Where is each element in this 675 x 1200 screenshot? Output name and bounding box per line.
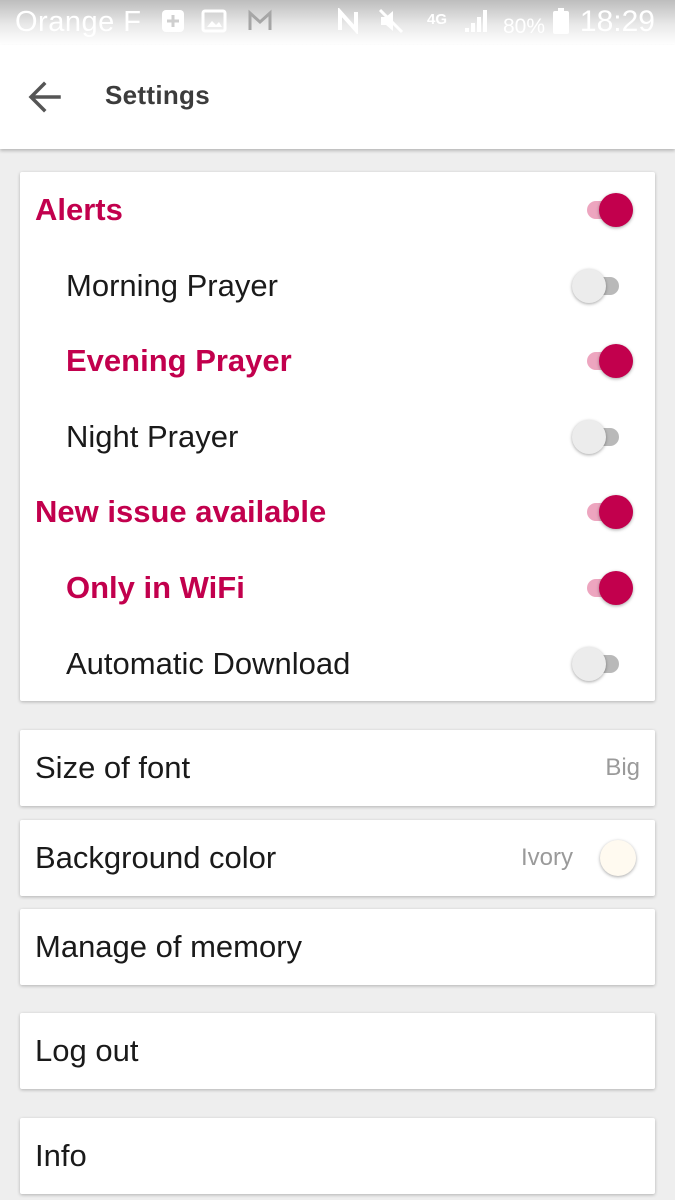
nfc-icon bbox=[338, 8, 358, 34]
info-label: Info bbox=[35, 1138, 87, 1173]
switch-thumb bbox=[599, 344, 633, 379]
add-box-icon bbox=[162, 10, 184, 32]
switch-thumb bbox=[599, 495, 633, 530]
toggle-switch-morning-prayer[interactable] bbox=[572, 268, 633, 303]
setting-row-night-prayer[interactable]: Night Prayer bbox=[20, 399, 655, 474]
setting-label-only-in-wifi: Only in WiFi bbox=[66, 570, 245, 605]
setting-row-new-issue-available[interactable]: New issue available bbox=[20, 474, 655, 549]
switch-thumb bbox=[572, 268, 606, 303]
battery-percent: 80% bbox=[503, 15, 546, 38]
font-size-label: Size of font bbox=[35, 750, 191, 785]
toggle-switch-new-issue-available[interactable] bbox=[573, 495, 633, 530]
toggle-switch-night-prayer[interactable] bbox=[572, 419, 633, 454]
toggle-switch-only-in-wifi[interactable] bbox=[573, 571, 633, 605]
setting-label-evening-prayer: Evening Prayer bbox=[66, 343, 292, 379]
background-color-label: Background color bbox=[35, 840, 277, 875]
setting-row-only-in-wifi[interactable]: Only in WiFi bbox=[20, 550, 655, 625]
switch-thumb bbox=[599, 193, 633, 227]
font-size-setting[interactable]: Size of font Big bbox=[20, 730, 655, 806]
font-size-value: Big bbox=[605, 754, 640, 781]
page-title: Settings bbox=[105, 80, 210, 110]
battery-icon bbox=[553, 8, 569, 34]
setting-row-alerts[interactable]: Alerts bbox=[20, 172, 655, 247]
image-icon bbox=[201, 9, 227, 33]
status-bar: Orange F 4G 80% 18:29 bbox=[0, 0, 675, 45]
back-button[interactable] bbox=[20, 72, 70, 122]
carrier-name: Orange F bbox=[15, 6, 142, 38]
mute-icon bbox=[378, 8, 404, 34]
setting-row-morning-prayer[interactable]: Morning Prayer bbox=[20, 248, 655, 323]
arrow-back-icon bbox=[28, 81, 61, 113]
alerts-settings-card: Alerts Morning Prayer Evening Prayer Night … bbox=[20, 172, 655, 701]
setting-row-evening-prayer[interactable]: Evening Prayer bbox=[20, 323, 655, 398]
logout-button[interactable]: Log out bbox=[20, 1013, 655, 1089]
manage-memory-setting[interactable]: Manage of memory bbox=[20, 909, 655, 985]
gmail-icon bbox=[248, 9, 272, 30]
clock: 18:29 bbox=[579, 5, 655, 38]
setting-label-new-issue-available: New issue available bbox=[35, 494, 327, 530]
color-swatch bbox=[600, 840, 636, 876]
background-color-value: Ivory bbox=[520, 844, 573, 871]
switch-thumb bbox=[599, 571, 633, 605]
switch-thumb bbox=[572, 419, 606, 454]
toggle-switch-automatic-download[interactable] bbox=[572, 646, 633, 681]
app-bar: Settings bbox=[0, 45, 675, 149]
toggle-switch-alerts[interactable] bbox=[573, 193, 633, 227]
manage-memory-label: Manage of memory bbox=[35, 929, 303, 964]
background-color-setting[interactable]: Background color Ivory bbox=[20, 820, 655, 896]
info-button[interactable]: Info bbox=[20, 1118, 655, 1194]
logout-label: Log out bbox=[35, 1033, 139, 1068]
network-type: 4G bbox=[427, 11, 448, 28]
setting-label-morning-prayer: Morning Prayer bbox=[66, 267, 278, 303]
setting-label-automatic-download: Automatic Download bbox=[66, 645, 351, 681]
toggle-switch-evening-prayer[interactable] bbox=[573, 344, 633, 379]
signal-icon bbox=[465, 10, 487, 32]
setting-label-night-prayer: Night Prayer bbox=[66, 418, 239, 454]
setting-row-automatic-download[interactable]: Automatic Download bbox=[20, 626, 655, 701]
setting-label-alerts: Alerts bbox=[35, 192, 123, 227]
switch-thumb bbox=[572, 646, 606, 681]
